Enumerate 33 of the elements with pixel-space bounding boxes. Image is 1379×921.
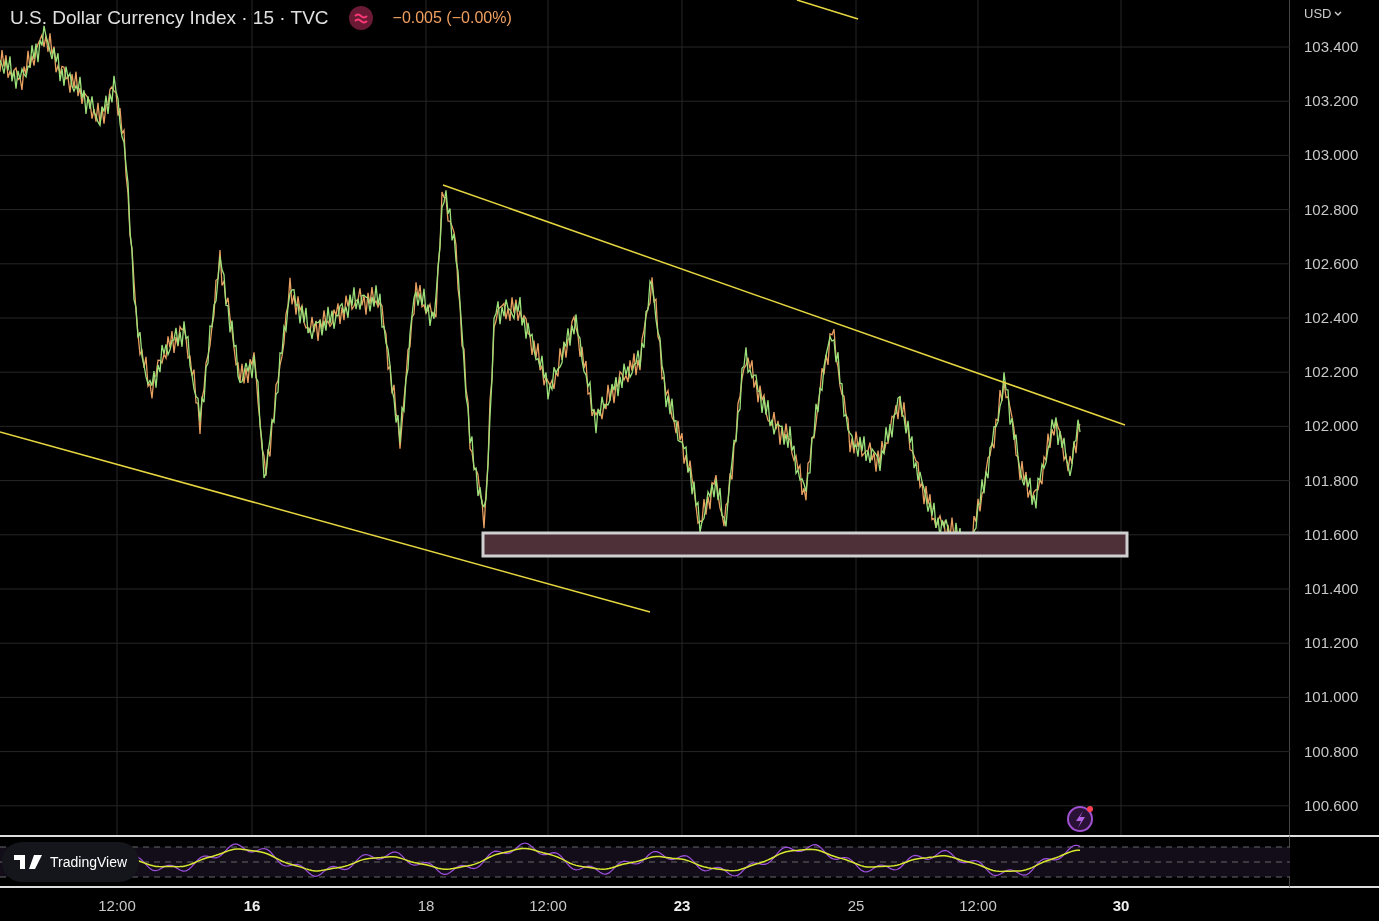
chevron-down-icon [1334,10,1343,17]
price-change: −0.005 (−0.00%) [392,9,512,27]
price-label: 102.800 [1304,200,1359,218]
price-label: 102.200 [1304,363,1359,381]
time-label: 23 [673,897,691,914]
price-label: 103.000 [1304,146,1359,164]
time-label: 12:00 [98,897,136,914]
price-label: 102.400 [1304,309,1359,326]
tradingview-logo[interactable]: TradingView [2,842,140,882]
time-label: 30 [1112,897,1130,914]
currency-selector[interactable]: USD [1304,6,1343,21]
time-label: 16 [243,897,261,914]
price-label: 101.600 [1304,525,1359,543]
trend-line [796,0,859,20]
wave-icon [348,6,373,30]
price-label: 101.400 [1304,580,1359,597]
price-label: 101.200 [1304,634,1359,652]
price-label: 101.000 [1304,688,1359,706]
logo-icon [14,855,42,869]
chart-title: U.S. Dollar Currency Index · 15 · TVC [10,7,329,29]
price-label: 103.400 [1304,38,1359,55]
price-label: 102.600 [1304,254,1359,272]
price-label: 103.200 [1304,92,1359,110]
price-label: 100.600 [1304,796,1359,814]
price-label: 100.800 [1304,742,1359,760]
time-label: 18 [417,897,435,914]
time-label: 25 [847,897,865,914]
price-label: 101.800 [1304,471,1359,489]
logo-text: TradingView [50,854,128,870]
time-label: 12:00 [529,897,567,914]
lightning-icon[interactable] [1067,806,1093,832]
price-label: 102.000 [1304,417,1359,435]
time-label: 12:00 [959,897,997,914]
